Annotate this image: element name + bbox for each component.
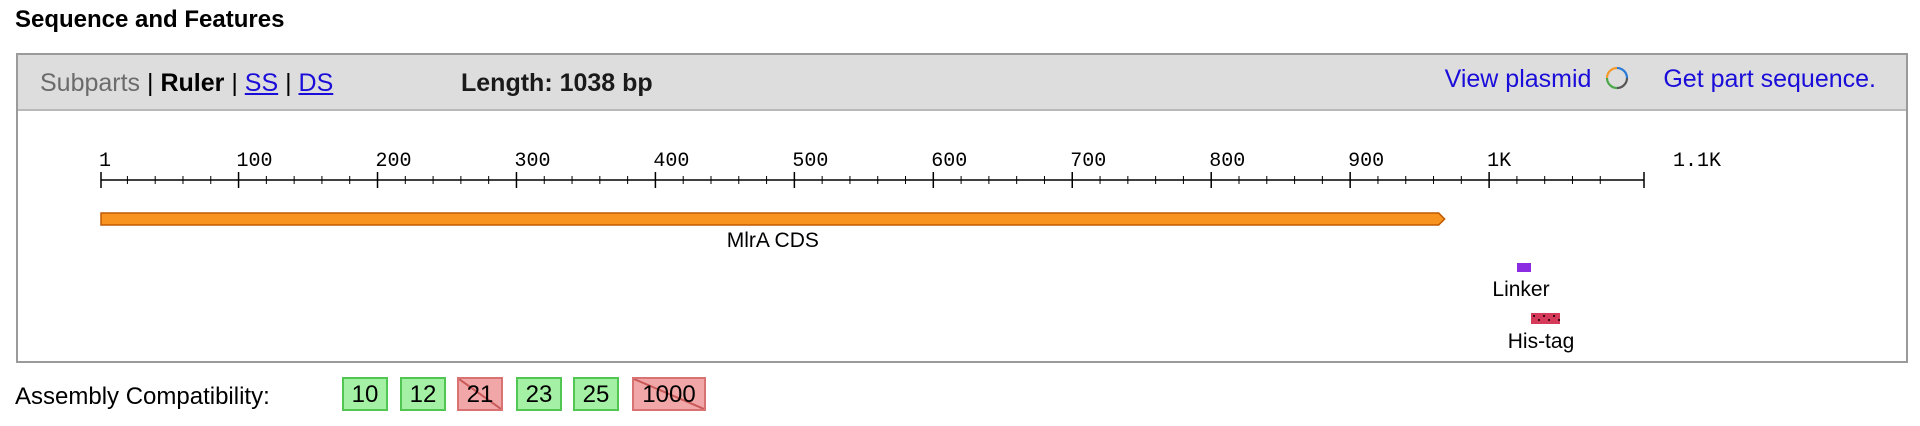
feature-tag-pattern bbox=[1538, 319, 1540, 321]
subparts-view-option[interactable]: Subparts bbox=[40, 69, 140, 97]
ruler-view-option[interactable]: Ruler bbox=[160, 69, 224, 97]
ruler-tick-label: 800 bbox=[1209, 150, 1245, 173]
assembly-standard-label: 23 bbox=[525, 381, 553, 408]
sequence-length: Length: 1038 bp bbox=[461, 69, 653, 97]
ruler-tick-label: 1.1K bbox=[1673, 150, 1721, 173]
assembly-standard-1000: 1000 bbox=[632, 377, 706, 411]
feature-tag-pattern bbox=[1553, 315, 1555, 317]
feature-label: MlrA CDS bbox=[727, 229, 819, 252]
view-toolbar: Subparts | Ruler | SS | DS Length: 1038 … bbox=[18, 55, 1906, 111]
view-switcher: Subparts | Ruler | SS | DS bbox=[40, 69, 333, 98]
feature-tag-block bbox=[1531, 313, 1560, 324]
assembly-standard-label: 25 bbox=[582, 381, 610, 408]
feature-tag-pattern bbox=[1558, 319, 1560, 321]
feature-tag-pattern bbox=[1533, 315, 1535, 317]
get-part-sequence-link[interactable]: Get part sequence. bbox=[1663, 65, 1876, 93]
ruler-tick-label: 200 bbox=[376, 150, 412, 173]
assembly-standard-21: 21 bbox=[457, 377, 503, 411]
ruler-tick-label: 700 bbox=[1070, 150, 1106, 173]
ruler-tick-label: 1K bbox=[1487, 150, 1511, 173]
toolbar-actions: View plasmid Get part sequence. bbox=[1445, 65, 1876, 94]
sequence-map: 1 100 200 300 400 500 600 700 800 900 1K 1.1K MlrA C… bbox=[99, 150, 1721, 353]
assembly-standard-label: 1000 bbox=[642, 381, 696, 408]
feature-linker-block bbox=[1517, 263, 1531, 272]
sequence-features-panel: Subparts | Ruler | SS | DS Length: 1038 … bbox=[16, 53, 1908, 363]
view-plasmid-label: View plasmid bbox=[1444, 65, 1592, 93]
ruler-tick-label: 600 bbox=[931, 150, 967, 173]
sequence-ruler-view: 1 100 200 300 400 500 600 700 800 900 1K 1.1K MlrA C… bbox=[18, 111, 1906, 363]
ruler-tick-label: 400 bbox=[653, 150, 689, 173]
assembly-standard-label: 21 bbox=[466, 381, 494, 408]
separator: | bbox=[231, 69, 238, 97]
ruler-tick-label: 900 bbox=[1348, 150, 1384, 173]
section-title: Sequence and Features bbox=[15, 6, 285, 33]
assembly-standard-25: 25 bbox=[573, 377, 619, 411]
ds-view-link[interactable]: DS bbox=[299, 69, 334, 97]
feature-tag-pattern bbox=[1548, 319, 1550, 321]
separator: | bbox=[285, 69, 292, 97]
feature-cds-arrow bbox=[100, 212, 1446, 226]
ruler-tick-label: 100 bbox=[237, 150, 273, 173]
ruler-tick-label: 1 bbox=[99, 150, 111, 173]
feature-label: His-tag bbox=[1508, 330, 1575, 353]
feature-tag-pattern bbox=[1543, 315, 1545, 317]
view-plasmid-link[interactable]: View plasmid bbox=[1445, 65, 1638, 93]
assembly-standard-23: 23 bbox=[516, 377, 562, 411]
feature-label: Linker bbox=[1492, 278, 1549, 301]
ruler-tick-label: 500 bbox=[792, 150, 828, 173]
assembly-standard-10: 10 bbox=[342, 377, 388, 411]
separator: | bbox=[147, 69, 154, 97]
ss-view-link[interactable]: SS bbox=[245, 69, 278, 97]
assembly-compatibility-label: Assembly Compatibility: bbox=[15, 383, 270, 410]
plasmid-icon bbox=[1606, 66, 1629, 90]
assembly-standard-label: 12 bbox=[409, 381, 437, 408]
assembly-standard-label: 10 bbox=[351, 381, 379, 408]
assembly-standard-12: 12 bbox=[400, 377, 446, 411]
ruler-tick-label: 300 bbox=[514, 150, 550, 173]
